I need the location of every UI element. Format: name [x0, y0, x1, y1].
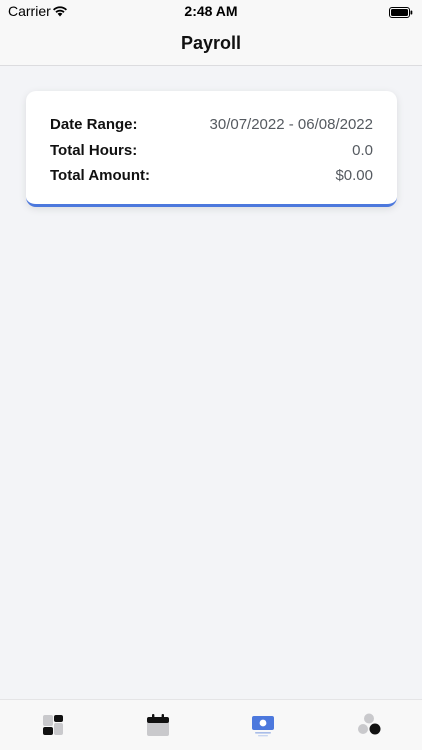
tab-dashboard[interactable]: [41, 712, 65, 738]
tab-team[interactable]: [357, 712, 381, 738]
status-bar: Carrier 2:48 AM: [0, 0, 422, 22]
date-range-value: 30/07/2022 - 06/08/2022: [209, 115, 373, 133]
tab-bar: [0, 699, 422, 750]
calendar-icon: [146, 712, 170, 738]
total-amount-value: $0.00: [335, 166, 373, 184]
tab-schedule[interactable]: [146, 712, 170, 738]
team-icon: [357, 712, 381, 738]
date-range-row: Date Range: 30/07/2022 - 06/08/2022: [50, 114, 373, 134]
payroll-summary-card: Date Range: 30/07/2022 - 06/08/2022 Tota…: [26, 91, 397, 207]
total-amount-label: Total Amount:: [50, 166, 150, 184]
tab-payroll[interactable]: [251, 712, 275, 738]
navigation-bar: Payroll: [0, 22, 422, 66]
payroll-icon: [251, 712, 275, 738]
total-hours-row: Total Hours: 0.0: [50, 140, 373, 160]
dashboard-icon: [41, 712, 65, 738]
battery-icon: [389, 5, 413, 18]
total-hours-value: 0.0: [352, 141, 373, 159]
total-amount-row: Total Amount: $0.00: [50, 165, 373, 185]
total-hours-label: Total Hours:: [50, 141, 138, 159]
date-range-label: Date Range:: [50, 115, 138, 133]
clock: 2:48 AM: [184, 3, 238, 19]
page-title: Payroll: [180, 33, 242, 53]
